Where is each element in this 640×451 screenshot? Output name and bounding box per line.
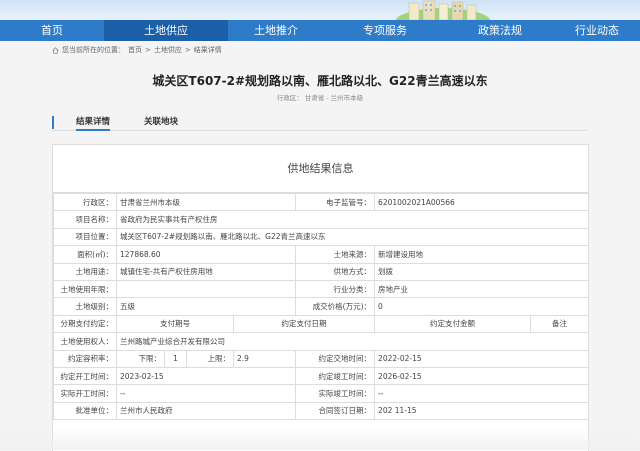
field-value-land-use: 城镇住宅-共有产权住房用地 [115,262,297,281]
installment-header: 约定支付金额 [374,314,532,334]
field-value-project-location: 城关区T607-2#规划路以南、雁北路以北、G22青兰高速以东 [115,227,590,247]
field-value-contract-date: 202 11-15 [374,401,590,421]
region-separator: - [326,94,329,102]
installment-header: 备注 [530,314,590,334]
field-label: 约定竣工时间： [295,366,376,386]
banner-buildings-image [395,0,490,20]
field-value-supervision-no: 6201002021A00566 [374,192,590,212]
nav-land-promotion[interactable]: 土地推介 [228,20,324,41]
field-value-project-name: 省政府为民实事共有产权住房 [115,210,590,229]
breadcrumb-separator: > [184,46,191,54]
field-label: 供地方式： [295,262,376,281]
field-label: 行政区： [53,192,117,212]
field-value-use-term [115,279,297,299]
region-label: 行政区： [276,94,303,102]
nav-special-services[interactable]: 专项服务 [324,20,446,41]
tab-related-parcels[interactable]: 关联地块 [144,115,178,127]
panel-title: 供地结果信息 [53,145,588,193]
field-label: 成交价格(万元)： [295,297,376,316]
breadcrumb-prefix: 您当前所在的位置： [62,46,125,54]
table-row: 项目位置： 城关区T607-2#规划路以南、雁北路以北、G22青兰高速以东 [53,227,590,247]
detail-tabs: 结果详情 关联地块 [52,110,587,131]
tab-indicator-bar [52,116,54,129]
tab-result-details[interactable]: 结果详情 [76,115,111,131]
field-label: 批准单位： [53,401,117,421]
page-title: 城关区T607-2#规划路以南、雁北路以北、G22青兰高速以东 [152,74,488,88]
table-row: 土地使用权人： 兰州路城产业综合开发有限公司 [53,332,590,351]
field-label: 面积(㎡)： [53,245,117,264]
nav-home[interactable]: 首页 [0,20,104,41]
main-nav: 首页 土地供应 土地推介 专项服务 政策法规 行业动态 [0,20,640,41]
far-lower-label: 下限： [116,349,165,368]
field-label: 约定交地时间： [295,349,376,368]
field-value-land-grade: 五级 [115,297,297,316]
field-label: 实际开工时间： [53,384,117,403]
field-label: 合同签订日期： [295,401,376,421]
field-value-delivery-date: 2022-02-15 [374,349,590,368]
home-icon [52,46,59,54]
header-banner [0,0,640,20]
field-label: 约定开工时间： [53,366,117,386]
field-label: 电子监管号： [295,192,376,212]
result-table: 行政区： 甘肃省兰州市本级 电子监管号： 6201002021A00566 项目… [53,192,590,421]
nav-policies[interactable]: 政策法规 [446,20,554,41]
far-upper-label: 上限： [186,349,234,368]
field-label: 土地使用年限： [53,279,117,299]
field-value-agreed-start: 2023-02-15 [115,366,297,386]
field-label: 土地级别： [53,297,117,316]
field-label: 项目名称： [53,210,117,229]
field-value-approval-unit: 兰州市人民政府 [115,401,297,421]
field-label: 分期支付约定： [53,314,117,334]
nav-land-supply[interactable]: 土地供应 [104,20,228,41]
field-value-price: 0 [374,297,590,316]
field-value-industry: 房地产业 [374,279,590,299]
far-lower-value: 1 [164,349,187,368]
field-value-land-source: 新增建设用地 [374,245,590,264]
table-row: 分期支付约定： 支付期号 约定支付日期 约定支付金额 备注 [53,314,590,334]
region-subtitle: 行政区： 甘肃省 - 兰州市本级 [0,92,640,102]
field-label: 行业分类： [295,279,376,299]
field-label: 约定容积率： [53,349,117,368]
table-row: 约定容积率： 下限： 1 上限： 2.9 约定交地时间： 2022-02-15 [53,349,590,368]
field-value-area: 127868.60 [115,245,297,264]
breadcrumb: 您当前所在的位置： 首页 > 土地供应 > 结果详情 [52,45,222,55]
region-province: 甘肃省 [304,94,325,102]
breadcrumb-home-link[interactable]: 首页 [128,45,142,55]
breadcrumb-current: 结果详情 [193,46,222,54]
table-row: 行政区： 甘肃省兰州市本级 电子监管号： 6201002021A00566 [53,192,590,212]
table-row: 土地用途： 城镇住宅-共有产权住房用地 供地方式： 划拨 [53,262,590,281]
table-row: 约定开工时间： 2023-02-15 约定竣工时间： 2026-02-15 [53,366,590,386]
breadcrumb-separator: > [145,46,151,54]
field-label: 土地使用权人： [53,332,117,351]
field-value-actual-start: -- [115,384,297,403]
breadcrumb-section-link[interactable]: 土地供应 [154,45,182,55]
table-row: 项目名称： 省政府为民实事共有产权住房 [53,210,590,229]
table-row: 实际开工时间： -- 实际竣工时间： -- [53,384,590,403]
region-city: 兰州市本级 [330,94,364,102]
table-row: 批准单位： 兰州市人民政府 合同签订日期： 202 11-15 [53,401,590,421]
table-row: 土地级别： 五级 成交价格(万元)： 0 [53,297,590,316]
field-label: 土地用途： [53,262,117,281]
field-label: 实际竣工时间： [295,384,376,403]
field-label: 项目位置： [53,227,117,247]
result-panel: 供地结果信息 行政区： 甘肃省兰州市本级 电子监管号： 6201002021A0… [52,144,590,451]
far-upper-value: 2.9 [232,349,297,368]
field-label: 土地来源： [295,245,376,264]
nav-industry-news[interactable]: 行业动态 [554,20,640,41]
installment-header: 支付期号 [116,314,234,334]
installment-header: 约定支付日期 [232,314,376,334]
field-value-actual-completion: -- [374,384,590,403]
field-value-agreed-completion: 2026-02-15 [374,366,590,386]
field-value-land-user: 兰州路城产业综合开发有限公司 [115,332,590,351]
table-row: 面积(㎡)： 127868.60 土地来源： 新增建设用地 [53,245,590,264]
table-row: 土地使用年限： 行业分类： 房地产业 [53,279,590,299]
field-value-region: 甘肃省兰州市本级 [115,192,297,212]
field-value-supply-method: 划拨 [374,262,590,281]
